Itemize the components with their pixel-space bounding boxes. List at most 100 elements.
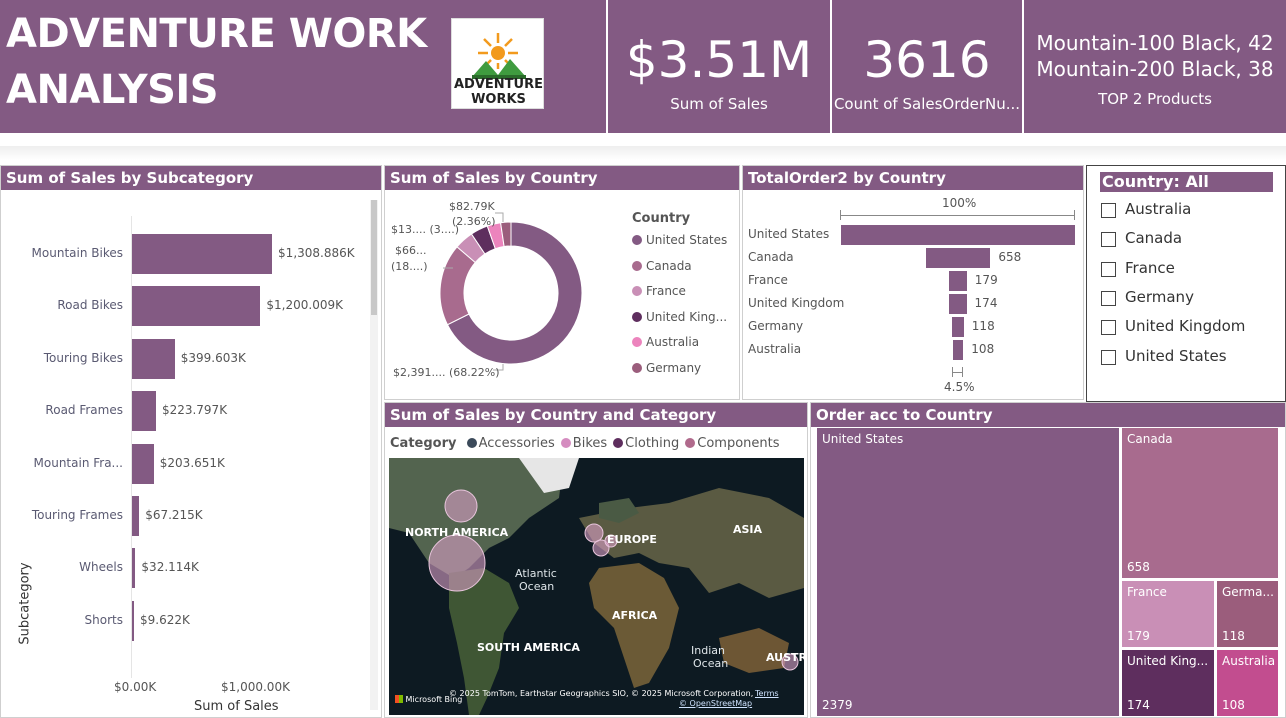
country-option-label[interactable]: France (1125, 259, 1175, 277)
subcategory-bar[interactable] (132, 234, 273, 274)
treemap-tile-value: 2379 (822, 698, 853, 712)
x-tick-0: $0.00K (114, 680, 157, 694)
funnel-bottom-percent: 4.5% (944, 380, 975, 394)
funnel-bar[interactable] (952, 317, 964, 337)
funnel-bottom-bracket-left (952, 367, 953, 377)
country-option-label[interactable]: Germany (1125, 288, 1194, 306)
subcategory-bar[interactable] (132, 338, 175, 379)
funnel-bar[interactable] (841, 225, 1075, 245)
subcategory-value-label: $1,308.886K (278, 246, 355, 260)
country-option-label[interactable]: United States (1125, 347, 1227, 365)
donut-legend-label: Germany (646, 361, 702, 375)
donut-legend-item[interactable]: Australia (632, 335, 699, 349)
subcategory-value-label: $203.651K (159, 455, 225, 470)
map-legend: Category Accessories Bikes Clothing Compone… (390, 436, 786, 451)
subcategory-label: Road Bikes (57, 298, 123, 313)
donut-legend-item[interactable]: Canada (632, 259, 692, 273)
donut-legend-label: United States (646, 233, 728, 247)
subcategory-bar[interactable] (132, 600, 134, 641)
legend-dot-icon (632, 311, 642, 322)
world-map[interactable]: NORTH AMERICA EUROPE ASIA Atlantic Ocean… (389, 458, 804, 715)
map-legend-item[interactable]: Clothing (613, 436, 679, 451)
donut-legend-item[interactable]: United King... (632, 310, 727, 324)
country-checkbox[interactable] (1101, 349, 1116, 365)
label-south-america: SOUTH AMERICA (477, 641, 580, 654)
treemap-tile-value: 108 (1222, 698, 1245, 712)
map-legend-item[interactable]: Bikes (560, 436, 608, 451)
funnel-bar[interactable] (952, 340, 964, 360)
subcategory-value-label: $9.622K (140, 612, 190, 627)
funnel-country-label: Australia (748, 342, 802, 356)
subcategory-bar[interactable] (132, 443, 154, 484)
label-indian-2: Ocean (693, 657, 729, 670)
legend-dot-icon (632, 286, 642, 297)
treemap-tile[interactable]: France 179 (1121, 580, 1215, 648)
map-terms-link[interactable]: Terms (755, 689, 779, 698)
map-legend-title: Category (390, 436, 457, 451)
funnel-value-label: 118 (971, 319, 995, 333)
funnel-bar[interactable] (925, 248, 991, 268)
header-shadow (0, 146, 1286, 160)
country-checkbox[interactable] (1101, 261, 1116, 277)
label-africa: AFRICA (612, 609, 658, 622)
legend-dot-icon (466, 438, 477, 448)
donut-legend-item[interactable]: Germany (632, 361, 701, 375)
label-north-america: NORTH AMERICA (405, 526, 509, 539)
subcategory-value-label: $399.603K (180, 350, 246, 365)
treemap-tile[interactable]: United King... 174 (1121, 649, 1215, 717)
country-donut-panel[interactable]: Sum of Sales by Country $82.79K (2.36%) … (384, 165, 740, 400)
subcategory-bar[interactable] (132, 548, 136, 589)
subcategory-bar[interactable] (132, 496, 140, 536)
treemap-tile-value: 179 (1127, 629, 1150, 643)
subcategory-bar[interactable] (132, 286, 261, 327)
country-option-label[interactable]: Australia (1125, 200, 1191, 218)
funnel-bar[interactable] (949, 294, 967, 314)
treemap-tile[interactable]: United States 2379 (816, 427, 1120, 717)
country-option-label[interactable]: United Kingdom (1125, 317, 1245, 335)
top-product-2: Mountain-200 Black, 38 (1036, 57, 1274, 81)
slicer-options: Australia Canada France Germany United Kingd… (1087, 166, 1285, 401)
donut-legend-item[interactable]: United States (632, 233, 727, 247)
map-panel[interactable]: Sum of Sales by Country and Category Cat… (384, 402, 808, 718)
funnel-bar[interactable] (949, 271, 967, 291)
order-treemap-panel[interactable]: Order acc to Country United States 2379 Ca… (810, 402, 1286, 718)
country-checkbox[interactable] (1101, 203, 1116, 218)
subcategory-value-label: $67.215K (145, 508, 203, 522)
subcategory-label: Touring Frames (31, 508, 123, 522)
map-title: Sum of Sales by Country and Category (385, 403, 807, 427)
funnel-bottom-bracket-right (962, 367, 963, 377)
treemap-tile[interactable]: Australia 108 (1216, 649, 1279, 717)
treemap-tile-value: 118 (1222, 629, 1245, 643)
dashboard-title-line1: ADVENTURE WORK (6, 11, 427, 57)
map-legend-item[interactable]: Components (685, 436, 780, 451)
legend-dot-icon (632, 235, 642, 245)
funnel-bars: United States Canada 658 France 179 United Ki… (743, 166, 1083, 399)
funnel-value-label: 658 (998, 250, 1022, 264)
map-legend-item[interactable]: Accessories (466, 436, 555, 451)
funnel-country-label: France (748, 273, 788, 287)
windows-icon (395, 695, 403, 703)
country-checkbox[interactable] (1101, 320, 1116, 336)
label-canada-pct: (18....) (391, 260, 428, 273)
label-atlantic-1: Atlantic (515, 567, 557, 580)
total-order-panel[interactable]: TotalOrder2 by Country 100% United State… (742, 165, 1084, 400)
treemap-tile[interactable]: Canada 658 (1121, 427, 1279, 579)
kpi-orders-value: 3616 (863, 31, 991, 89)
funnel-value-label: 179 (974, 273, 998, 287)
subcategory-bar[interactable] (132, 391, 156, 432)
subcategory-label: Shorts (84, 612, 123, 627)
subcategory-label: Touring Bikes (43, 350, 123, 365)
donut-legend-title: Country (632, 211, 691, 226)
treemap-tile[interactable]: Germa... 118 (1216, 580, 1279, 648)
osm-link[interactable]: © OpenStreetMap (679, 699, 752, 708)
legend-dot-icon (560, 438, 571, 448)
map-legend-label: Accessories (478, 436, 555, 451)
country-option-label[interactable]: Canada (1125, 229, 1182, 247)
donut-legend-item[interactable]: France (632, 284, 686, 298)
country-checkbox[interactable] (1101, 232, 1116, 248)
country-checkbox[interactable] (1101, 290, 1116, 306)
map-legend-label: Bikes (572, 436, 608, 451)
country-slicer[interactable]: Country: All Australia Canada France German… (1086, 165, 1286, 402)
subcategory-chart-panel[interactable]: Sum of Sales by Subcategory Subcategory … (0, 165, 382, 718)
kpi-sales-card: $3.51M Sum of Sales (608, 0, 830, 133)
